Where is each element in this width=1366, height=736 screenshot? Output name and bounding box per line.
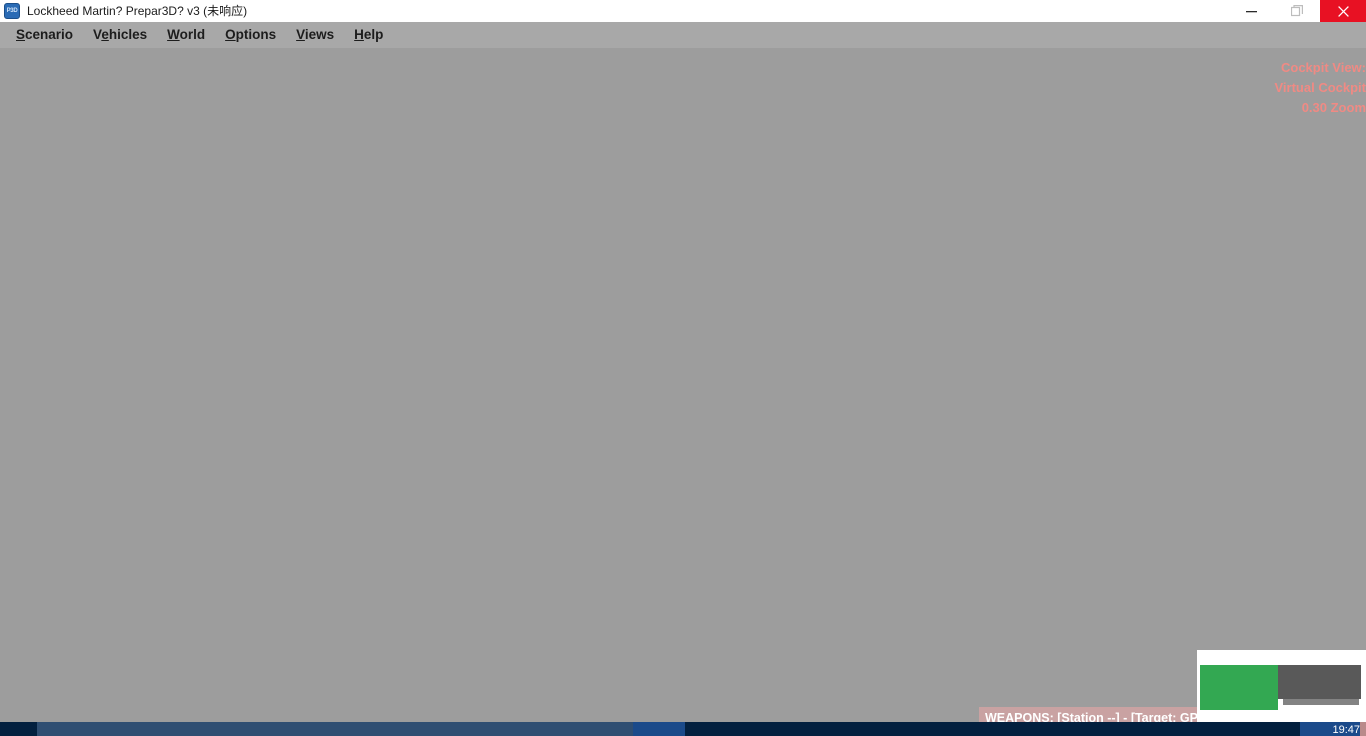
cockpit-view-hud: Cockpit View: Virtual Cockpit 0.30 Zoom [1274,58,1366,118]
menu-item-views[interactable]: Views [286,22,344,48]
panel-green-block [1200,665,1278,710]
menu-label-vehicles: hicles [108,27,148,42]
p3d-app-icon: P3D [4,3,20,19]
menu-label-views: iews [304,27,335,42]
menu-bar: Scenario Vehicles World Options Views He… [0,22,1366,48]
taskbar-tray-indicator[interactable] [1360,722,1366,736]
taskbar[interactable]: 19:47 [0,722,1366,736]
menu-label-help: elp [363,27,384,42]
app-window: P3D Lockheed Martin? Prepar3D? v3 (未响应) [0,0,1366,736]
hud-view-line-2: Virtual Cockpit [1274,80,1366,95]
weapons-status-bar: WEAPONS: [Station --] - [Target: GPS [979,707,1197,722]
menu-accel-world: W [167,27,180,42]
menu-item-scenario[interactable]: Scenario [6,22,83,48]
menu-item-world[interactable]: World [157,22,215,48]
taskbar-clock[interactable]: 19:47 [1332,723,1360,736]
menu-accel-views: V [296,27,305,42]
maximize-button[interactable] [1274,0,1320,22]
menu-accel-vehicles: e [101,27,109,42]
close-icon [1337,5,1349,17]
menu-accel-scenario: S [16,27,26,42]
taskbar-segment[interactable] [289,722,633,736]
menu-label-options: ptions [235,27,277,42]
minimize-icon [1245,10,1257,12]
taskbar-segment[interactable] [685,722,881,736]
panel-gray-block [1278,665,1361,699]
menu-item-vehicles[interactable]: Vehicles [83,22,157,48]
menu-item-options[interactable]: Options [215,22,286,48]
title-bar[interactable]: P3D Lockheed Martin? Prepar3D? v3 (未响应) [0,0,1366,22]
simulation-viewport[interactable]: Cockpit View: Virtual Cockpit 0.30 Zoom … [0,48,1366,722]
hud-view-line-1: Cockpit View: [1280,60,1366,75]
menu-accel-help: H [354,27,364,42]
window-title: Lockheed Martin? Prepar3D? v3 (未响应) [27,4,248,18]
close-button[interactable] [1320,0,1366,22]
menu-accel-options: O [225,27,236,42]
hud-view-line-3: 0.30 Zoom [1301,100,1366,115]
minimize-button[interactable] [1228,0,1274,22]
taskbar-segment-active[interactable] [633,722,685,736]
restore-icon [1291,5,1303,17]
taskbar-segment[interactable] [0,722,37,736]
panel-gray-strip [1283,699,1359,705]
menu-item-help[interactable]: Help [344,22,393,48]
app-icon-label: P3D [6,8,18,14]
menu-label-scenario: cenario [25,27,74,42]
taskbar-segment[interactable] [881,722,1300,736]
floating-overlay-panel[interactable] [1197,650,1366,722]
menu-label-world: orld [179,27,206,42]
taskbar-segment[interactable] [37,722,289,736]
window-controls [1228,0,1366,22]
